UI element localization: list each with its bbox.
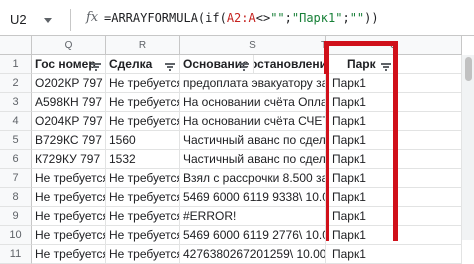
formula-string: "" [270, 11, 285, 25]
formula-input[interactable]: =ARRAYFORMULA(if(A2:A<>"";"Парк1";"")) [104, 11, 379, 25]
table-cell[interactable]: В729КС 797 [32, 131, 106, 150]
table-cell[interactable]: Не требуется [106, 169, 180, 188]
table-cell[interactable]: #ERROR! [180, 207, 326, 226]
table-cell[interactable]: На основании счёта Оплата по [180, 93, 326, 112]
scrollbar-thumb[interactable] [465, 57, 472, 81]
table-cell[interactable]: 5469 6000 6119 9338\ 10.000 д [180, 188, 326, 207]
header-label: остановлени [254, 57, 326, 71]
filter-icon[interactable] [381, 63, 391, 71]
formula-string: "Парк1" [291, 11, 343, 25]
filter-icon[interactable] [165, 63, 175, 71]
column-header-q[interactable]: Q [32, 36, 106, 55]
table-cell[interactable]: О202КР 797 [32, 74, 106, 93]
row-header[interactable]: 8 [0, 188, 32, 207]
table-cell[interactable]: Не требуется [106, 188, 180, 207]
filter-icon[interactable] [91, 63, 101, 71]
header-cell-sdelka[interactable]: Сделка [106, 55, 180, 74]
table-cell[interactable]: О204КР 797 [32, 112, 106, 131]
table-cell[interactable]: Парк1 [326, 131, 462, 150]
header-label: Парк [347, 57, 376, 71]
table-cell[interactable]: 4276380267201259\ 10.000 дл [180, 245, 326, 264]
row-header[interactable]: 9 [0, 207, 32, 226]
table-cell[interactable]: Не требуется [106, 112, 180, 131]
table-cell[interactable]: Парк1 [326, 188, 462, 207]
table-cell[interactable]: Не требуется [32, 188, 106, 207]
header-label: Сделка [109, 57, 153, 71]
table-cell[interactable]: Парк1 [326, 112, 462, 131]
header-cell-ostanovleni[interactable]: остановлени [254, 55, 326, 74]
table-cell[interactable]: На основании счёта СЧЕТ yf jgk [180, 112, 326, 131]
fx-icon: fx [86, 10, 99, 25]
chevron-down-icon[interactable] [44, 18, 52, 23]
table-cell[interactable]: Не требуется [32, 169, 106, 188]
table-cell[interactable]: К729КУ 797 [32, 150, 106, 169]
table-cell[interactable]: Не требуется [32, 245, 106, 264]
row-header[interactable]: 1 [0, 55, 32, 74]
formula-separator: ; [342, 11, 350, 25]
table-cell[interactable]: Не требуется [32, 226, 106, 245]
name-box[interactable]: U2 [0, 9, 66, 31]
table-cell[interactable]: Парк1 [326, 245, 462, 264]
row-header[interactable]: 7 [0, 169, 32, 188]
row-header[interactable]: 3 [0, 93, 32, 112]
table-cell[interactable]: Не требуется [106, 93, 180, 112]
header-cell-gos-nomer[interactable]: Гос номер [32, 55, 106, 74]
table-cell[interactable]: Не требуется [106, 245, 180, 264]
select-all-corner[interactable] [0, 36, 32, 55]
table-cell[interactable]: Не требуется [106, 207, 180, 226]
table-cell[interactable]: 1532 [106, 150, 180, 169]
table-cell[interactable]: Парк1 [326, 150, 462, 169]
row-header[interactable]: 2 [0, 74, 32, 93]
vertical-scrollbar[interactable] [462, 55, 474, 240]
row-header[interactable]: 10 [0, 226, 32, 245]
header-cell-park[interactable]: Парк [326, 55, 462, 74]
table-cell[interactable]: Парк1 [326, 169, 462, 188]
table-cell[interactable]: Не требуется [106, 74, 180, 93]
header-label: Гос номер [35, 57, 96, 71]
table-cell[interactable]: Частичный аванс по сделке 153 [180, 150, 326, 169]
table-cell[interactable]: Парк1 [326, 93, 462, 112]
table-cell[interactable]: Не требуется [106, 226, 180, 245]
column-header-t[interactable]: T [254, 36, 327, 55]
formula-text: =ARRAYFORMULA(if( [104, 11, 227, 25]
divider [70, 9, 71, 31]
row-header[interactable]: 4 [0, 112, 32, 131]
table-cell[interactable]: 5469 6000 6119 2776\ 10.000 д [180, 226, 326, 245]
formula-bar: U2 fx =ARRAYFORMULA(if(A2:A<>"";"Парк1";… [0, 0, 474, 36]
column-header-u[interactable]: U [326, 36, 462, 55]
header-cell-osnovanie[interactable]: Основание [180, 55, 254, 74]
row-header[interactable]: 11 [0, 245, 32, 264]
row-header[interactable]: 6 [0, 150, 32, 169]
table-cell[interactable]: Парк1 [326, 74, 462, 93]
column-header-r[interactable]: R [106, 36, 180, 55]
formula-separator: ; [284, 11, 292, 25]
table-cell[interactable]: Не требуется [32, 207, 106, 226]
formula-string: "" [349, 11, 365, 25]
filter-icon[interactable] [239, 63, 249, 71]
formula-text: )) [364, 11, 379, 25]
table-cell[interactable]: Парк1 [326, 207, 462, 226]
table-cell[interactable]: 1560 [106, 131, 180, 150]
table-cell[interactable]: предоплата эвакуатору за дост [180, 74, 326, 93]
formula-range: A2:A [226, 11, 256, 25]
table-cell[interactable]: Частичный аванс по сделке 156 [180, 131, 326, 150]
table-cell[interactable]: Парк1 [326, 226, 462, 245]
formula-operator: <> [255, 11, 271, 25]
table-cell[interactable]: Взял с рассрочки 8.500 за сдел [180, 169, 326, 188]
row-header[interactable]: 5 [0, 131, 32, 150]
table-cell[interactable]: А598КН 797 [32, 93, 106, 112]
